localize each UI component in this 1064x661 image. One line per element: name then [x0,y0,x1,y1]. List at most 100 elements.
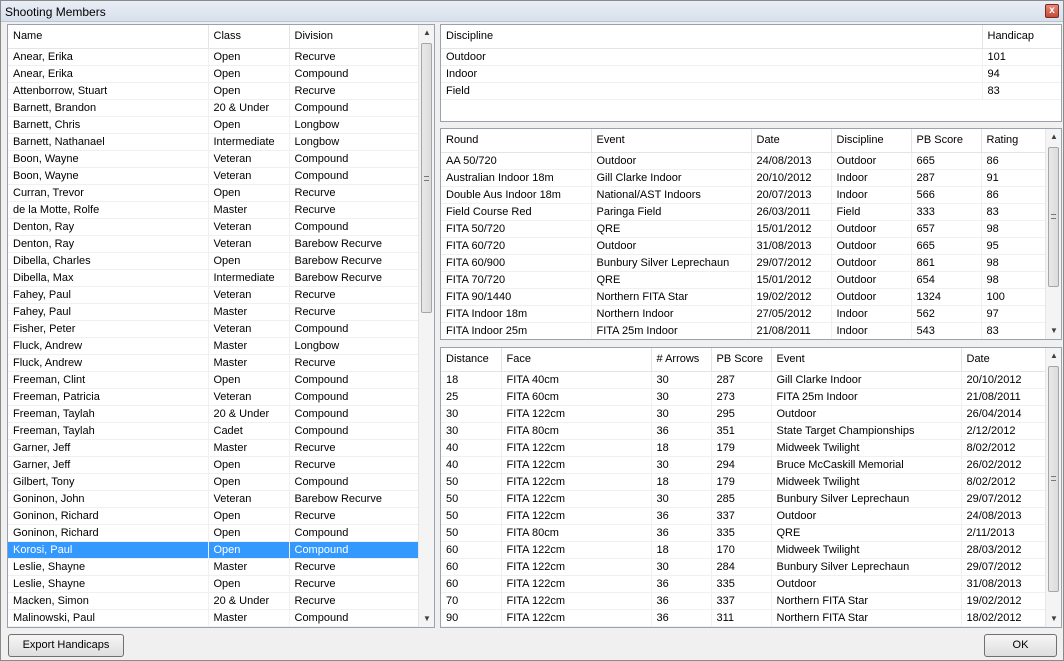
member-row[interactable]: Macken, Simon 20 & Under Recurve [8,592,420,610]
column-header[interactable]: PB Score [911,129,982,153]
member-row[interactable]: Barnett, Chris Open Longbow [8,116,420,134]
member-row[interactable]: Boon, Wayne Veteran Compound [8,167,420,185]
distance-row[interactable]: 70 FITA 122cm 36 337 Northern FITA Star 19/02… [441,592,1046,610]
column-header[interactable]: Name [8,25,209,49]
distances-list[interactable]: Distance Face # Arrows PB Score Event Date 18… [440,347,1062,628]
member-row[interactable]: Gilbert, Tony Open Compound [8,473,420,491]
member-row[interactable]: Freeman, Clint Open Compound [8,371,420,389]
column-header[interactable]: PB Score [711,348,772,372]
member-row[interactable]: Leslie, Shayne Master Recurve [8,558,420,576]
column-header[interactable]: Rating [981,129,1046,153]
member-row[interactable]: Korosi, Paul Open Compound [8,541,420,559]
member-row[interactable]: Goninon, Richard Open Recurve [8,507,420,525]
round-row[interactable]: FITA 60/900 Bunbury Silver Leprechaun 29/0… [441,254,1046,272]
member-row[interactable]: Malinowski, Paul Master Compound [8,609,420,627]
distance-row[interactable]: 90 FITA 122cm 36 311 Northern FITA Star 18/02… [441,609,1046,627]
column-header[interactable]: Handicap [982,25,1061,49]
column-header[interactable]: Distance [441,348,502,372]
distance-row[interactable]: 40 FITA 122cm 30 294 Bruce McCaskill Memoria… [441,456,1046,474]
column-header[interactable]: Discipline [441,25,983,49]
scroll-up-arrow-icon[interactable]: ▲ [1046,348,1061,364]
round-row[interactable]: Double Aus Indoor 18m National/AST Indoor… [441,186,1046,204]
scroll-down-arrow-icon[interactable]: ▼ [1046,323,1061,339]
distance-row[interactable]: 60 FITA 122cm 18 170 Midweek Twilight 28/03/2… [441,541,1046,559]
member-row[interactable]: Attenborrow, Stuart Open Recurve [8,82,420,100]
distance-row[interactable]: 30 FITA 80cm 36 351 State Target Championshi… [441,422,1046,440]
member-row[interactable]: Freeman, Patricia Veteran Compound [8,388,420,406]
member-row[interactable]: Fahey, Paul Veteran Recurve [8,286,420,304]
member-row[interactable]: Freeman, Taylah Cadet Compound [8,422,420,440]
column-header[interactable]: Event [771,348,962,372]
member-row[interactable]: Goninon, John Veteran Barebow Recurve [8,490,420,508]
member-row[interactable]: Anear, Erika Open Compound [8,65,420,83]
member-row[interactable]: Goninon, Richard Open Compound [8,524,420,542]
distance-row[interactable]: 25 FITA 60cm 30 273 FITA 25m Indoor 21/08/201… [441,388,1046,406]
member-row[interactable]: Leslie, Shayne Open Recurve [8,575,420,593]
member-row[interactable]: Fisher, Peter Veteran Compound [8,320,420,338]
round-row[interactable]: FITA 70/720 QRE 15/01/2012 Outdoor 654 98 [441,271,1046,289]
column-header[interactable]: # Arrows [651,348,712,372]
member-row[interactable]: Denton, Ray Veteran Compound [8,218,420,236]
scroll-up-arrow-icon[interactable]: ▲ [1046,129,1061,145]
distance-row[interactable]: 60 FITA 122cm 36 335 Outdoor 31/08/2013 [441,575,1046,593]
round-row[interactable]: FITA 90/1440 Northern FITA Star 19/02/2012… [441,288,1046,306]
round-row[interactable]: Field Course Red Paringa Field 26/03/2011 F… [441,203,1046,221]
column-header[interactable]: Date [961,348,1046,372]
members-list[interactable]: Name Class Division Anear, Erika Open Recurv… [7,24,435,628]
column-header[interactable]: Division [289,25,420,49]
member-row[interactable]: Dibella, Max Intermediate Barebow Recurve [8,269,420,287]
rounds-scrollbar[interactable]: ▲ ▼ [1045,129,1061,339]
member-row[interactable]: Curran, Trevor Open Recurve [8,184,420,202]
handicap-row[interactable]: Outdoor 101 [441,48,1061,66]
member-row[interactable]: Freeman, Taylah 20 & Under Compound [8,405,420,423]
members-scroll-thumb[interactable] [421,43,432,313]
distance-row[interactable]: 50 FITA 122cm 30 285 Bunbury Silver Leprecha… [441,490,1046,508]
column-header[interactable]: Event [591,129,752,153]
member-row[interactable]: Fluck, Andrew Master Longbow [8,337,420,355]
column-header[interactable]: Discipline [831,129,912,153]
distances-scrollbar[interactable]: ▲ ▼ [1045,348,1061,627]
member-row[interactable]: Boon, Wayne Veteran Compound [8,150,420,168]
distance-row[interactable]: 50 FITA 122cm 36 337 Outdoor 24/08/2013 [441,507,1046,525]
handicap-row[interactable]: Field 83 [441,82,1061,100]
distance-row[interactable]: 30 FITA 122cm 30 295 Outdoor 26/04/2014 [441,405,1046,423]
scroll-grip-icon [1051,214,1056,219]
handicap-list[interactable]: Discipline Handicap Outdoor 101 Indoor 94 Fie… [440,24,1062,122]
column-header[interactable]: Face [501,348,652,372]
round-row[interactable]: Australian Indoor 18m Gill Clarke Indoor 2… [441,169,1046,187]
close-icon[interactable]: x [1045,4,1059,18]
member-row[interactable]: Dibella, Charles Open Barebow Recurve [8,252,420,270]
handicap-row[interactable]: Indoor 94 [441,65,1061,83]
distance-row[interactable]: 50 FITA 122cm 18 179 Midweek Twilight 8/02/20… [441,473,1046,491]
distance-row[interactable]: 50 FITA 80cm 36 335 QRE 2/11/2013 [441,524,1046,542]
member-row[interactable]: Garner, Jeff Master Recurve [8,439,420,457]
export-handicaps-button[interactable]: Export Handicaps [8,634,124,657]
ok-button[interactable]: OK [984,634,1057,657]
round-row[interactable]: FITA 50/720 QRE 15/01/2012 Outdoor 657 98 [441,220,1046,238]
round-row[interactable]: FITA Indoor 18m Northern Indoor 27/05/2012… [441,305,1046,323]
distances-scroll-thumb[interactable] [1048,366,1059,592]
round-row[interactable]: FITA 60/720 Outdoor 31/08/2013 Outdoor 665 95 [441,237,1046,255]
member-row[interactable]: Garner, Jeff Open Recurve [8,456,420,474]
scroll-up-arrow-icon[interactable]: ▲ [419,25,434,41]
member-row[interactable]: de la Motte, Rolfe Master Recurve [8,201,420,219]
distance-row[interactable]: 18 FITA 40cm 30 287 Gill Clarke Indoor 20/10/… [441,371,1046,389]
scroll-down-arrow-icon[interactable]: ▼ [1046,611,1061,627]
member-row[interactable]: Barnett, Brandon 20 & Under Compound [8,99,420,117]
distance-row[interactable]: 60 FITA 122cm 30 284 Bunbury Silver Leprecha… [441,558,1046,576]
rounds-list[interactable]: Round Event Date Discipline PB Score Rating A… [440,128,1062,340]
column-header[interactable]: Class [208,25,290,49]
scroll-down-arrow-icon[interactable]: ▼ [419,611,434,627]
rounds-scroll-thumb[interactable] [1048,147,1059,287]
members-scrollbar[interactable]: ▲ ▼ [418,25,434,627]
column-header[interactable]: Date [751,129,832,153]
member-row[interactable]: Denton, Ray Veteran Barebow Recurve [8,235,420,253]
member-row[interactable]: Fluck, Andrew Master Recurve [8,354,420,372]
round-row[interactable]: AA 50/720 Outdoor 24/08/2013 Outdoor 665 86 [441,152,1046,170]
distance-row[interactable]: 40 FITA 122cm 18 179 Midweek Twilight 8/02/20… [441,439,1046,457]
member-row[interactable]: Anear, Erika Open Recurve [8,48,420,66]
round-row[interactable]: FITA Indoor 25m FITA 25m Indoor 21/08/2011… [441,322,1046,339]
column-header[interactable]: Round [441,129,592,153]
member-row[interactable]: Barnett, Nathanael Intermediate Longbow [8,133,420,151]
member-row[interactable]: Fahey, Paul Master Recurve [8,303,420,321]
